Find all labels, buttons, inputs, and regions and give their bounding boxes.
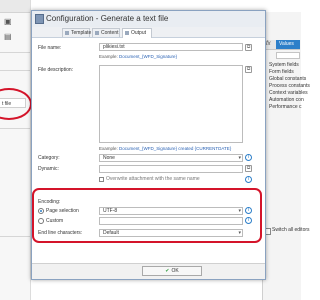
search-input[interactable] <box>276 52 300 59</box>
dialog-titlebar[interactable]: Configuration - Generate a text file <box>32 11 265 28</box>
tree-item[interactable]: ›Form fields <box>264 69 294 75</box>
info-icon[interactable]: i <box>245 154 252 161</box>
tree-item[interactable]: ›System fields <box>264 62 299 68</box>
tree-item[interactable]: ›Automation con <box>264 97 304 103</box>
tab-values[interactable]: Values <box>276 40 300 49</box>
file-name-example-link[interactable]: Document_{WFD_Signature} <box>119 54 177 59</box>
background-left-panel: ▣ ▤ t file <box>0 0 31 300</box>
template-icon <box>65 31 69 35</box>
switch-all-editors-label: Switch all editors <box>272 227 310 233</box>
category-select[interactable]: None ▾ <box>99 154 243 162</box>
tab-output[interactable]: Output <box>122 28 152 38</box>
background-toolbar <box>0 0 30 13</box>
highlight-box <box>32 188 262 243</box>
dialog-title: Configuration - Generate a text file <box>46 14 169 23</box>
tree-item[interactable]: ›Context variables <box>264 90 308 96</box>
tab-content[interactable]: Content <box>92 28 120 37</box>
content-icon <box>95 31 99 35</box>
document-icon[interactable]: ▤ <box>4 33 12 41</box>
overwrite-checkbox[interactable] <box>99 177 104 182</box>
divider <box>0 128 30 129</box>
file-name-label: File name: <box>38 45 62 51</box>
expand-icon[interactable]: ⧉ <box>245 165 252 172</box>
tab-template-label: Template <box>71 30 92 36</box>
file-description-label: File description: <box>38 67 74 73</box>
function-icon[interactable]: fx <box>266 40 271 49</box>
file-description-example: Example: Document_{WFD_Signature} create… <box>99 146 232 151</box>
file-name-example: Example: Document_{WFD_Signature} <box>99 54 178 59</box>
info-icon[interactable]: i <box>245 176 252 183</box>
file-description-example-link[interactable]: Document_{WFD_Signature} created {CURREN… <box>119 146 231 151</box>
tree-item[interactable]: ›Process constants <box>264 83 310 89</box>
file-description-textarea[interactable] <box>99 65 243 143</box>
tree-item[interactable]: Global constants <box>264 76 306 82</box>
divider <box>0 236 30 237</box>
ok-button[interactable]: ✔ OK <box>142 266 202 276</box>
dynamic-label: Dynamic: <box>38 166 59 172</box>
divider <box>0 70 30 71</box>
save-icon[interactable]: ▣ <box>4 18 12 26</box>
chevron-down-icon: ▾ <box>238 155 241 161</box>
tab-content-label: Content <box>101 30 119 36</box>
tree-item[interactable]: Performance c <box>264 104 302 110</box>
document-gear-icon <box>35 14 44 24</box>
expand-icon[interactable]: ⧉ <box>245 44 252 51</box>
dynamic-input[interactable] <box>99 165 243 173</box>
expand-icon[interactable]: ⧉ <box>245 66 252 73</box>
file-name-input[interactable]: plikiesi.txt <box>99 43 243 51</box>
category-value: None <box>103 155 115 161</box>
divider <box>0 52 30 53</box>
tab-template[interactable]: Template <box>62 28 92 37</box>
category-label: Category: <box>38 155 60 161</box>
ok-label: OK <box>171 268 179 274</box>
file-name-value: plikiesi.txt <box>103 44 125 50</box>
tab-values-label: Values <box>279 41 294 47</box>
output-icon <box>125 31 129 35</box>
tab-output-label: Output <box>131 30 147 36</box>
overwrite-label: Overwrite attachment with the same name <box>106 176 200 182</box>
checkmark-icon: ✔ <box>165 268 170 274</box>
